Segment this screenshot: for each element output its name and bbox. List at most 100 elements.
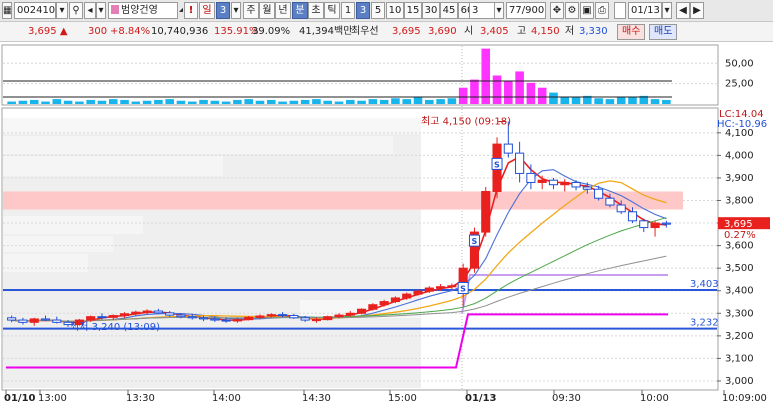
candle-body: [515, 152, 525, 174]
price-tick-label: 3,900: [725, 173, 754, 184]
candle-body: [52, 319, 62, 323]
volume-bar: [210, 100, 220, 104]
volume-bar: [447, 98, 457, 104]
volume-bar: [368, 99, 378, 104]
candle-body: [311, 319, 321, 322]
volume-bar: [323, 100, 333, 104]
volume-bar: [616, 96, 626, 104]
volume-bar: [176, 100, 186, 104]
candle-body: [40, 318, 51, 321]
candle-body: [289, 315, 299, 319]
volume-bar: [7, 101, 16, 104]
candle-body: [413, 290, 423, 295]
candle-body: [650, 222, 660, 229]
candle-body: [605, 197, 615, 206]
volume-bar: [266, 99, 276, 104]
candle-body: [198, 317, 209, 320]
time-tick-label: 01/10: [4, 393, 36, 404]
price-tick-label: 3,400: [725, 286, 754, 297]
volume-bar: [221, 101, 231, 104]
volume-bar: [436, 99, 445, 104]
volume-bar: [108, 99, 118, 104]
volume-bar: [187, 101, 197, 104]
candle-body: [29, 318, 39, 323]
candle-body: [165, 312, 175, 316]
volume-bar: [628, 97, 637, 104]
candle-body: [108, 315, 118, 318]
candle-body: [571, 181, 581, 188]
time-tick-label: 13:00: [38, 393, 67, 404]
signal-marker-label: S: [471, 237, 477, 246]
candle-body: [187, 316, 197, 319]
candle-body: [119, 313, 130, 317]
volume-bar: [278, 101, 287, 104]
candle-body: [424, 287, 434, 292]
level-high-label: 3,403: [690, 279, 719, 290]
volume-bar: [289, 100, 299, 104]
volume-bar: [255, 100, 265, 104]
volume-bar: [571, 97, 581, 104]
high-annotation: 최고 4,150 (09:18): [421, 116, 511, 128]
price-axis: 4,1004,0003,9003,8003,7003,6003,5003,400…: [717, 128, 754, 387]
candle-body: [142, 310, 152, 313]
volume-bar: [379, 99, 389, 104]
candle-body: [390, 297, 401, 303]
candle-body: [627, 211, 638, 222]
volume-panel-frame: [1, 44, 719, 106]
candle-body: [210, 318, 220, 321]
price-tick-label: 3,800: [725, 195, 754, 206]
candle-body: [244, 316, 254, 321]
candle-body: [176, 314, 186, 318]
candle-body: [323, 316, 333, 321]
candle-body: [86, 316, 96, 321]
candle-body: [537, 179, 547, 183]
candle-body: [221, 319, 231, 322]
candle-body: [232, 319, 242, 322]
volume-bar: [549, 92, 558, 104]
candle-body: [18, 319, 28, 323]
signal-marker-label: S: [494, 160, 500, 169]
volume-bar: [97, 100, 107, 104]
volume-bar: [594, 98, 603, 104]
candle-body: [661, 222, 671, 225]
candle-body: [503, 143, 513, 154]
price-tick-label: 3,500: [725, 263, 754, 274]
volume-bar: [18, 100, 28, 104]
volume-bar: [199, 99, 208, 104]
time-axis: 01/10 13:00 13:30 14:00 14:30 15:00 01/13 09:30…: [4, 390, 767, 404]
volume-bar: [63, 100, 73, 104]
time-tick-label: 13:30: [126, 393, 155, 404]
low-annotation: 최저 3,240 (13:09): [70, 321, 160, 333]
volume-bar: [75, 101, 84, 104]
time-tick-label: 15:00: [388, 393, 417, 404]
candle-body: [594, 188, 604, 199]
volume-bar: [233, 99, 242, 104]
current-pct-label: 0.27%: [724, 230, 756, 241]
time-tick-label: 10:09:00: [722, 393, 767, 404]
volume-bar: [334, 101, 344, 104]
volume-bar: [29, 99, 39, 104]
price-tick-label: 3,200: [725, 331, 754, 342]
volume-bar: [120, 99, 129, 104]
candle-body: [402, 293, 412, 299]
time-tick-label: 10:00: [640, 393, 669, 404]
volume-bar: [300, 99, 310, 104]
time-tick-label: 14:00: [212, 393, 241, 404]
volume-bar: [650, 99, 660, 104]
volume-bar: [131, 101, 141, 104]
candle-body: [481, 190, 491, 233]
candle-body: [582, 186, 592, 190]
volume-bar: [537, 87, 547, 104]
volume-bar: [154, 99, 163, 104]
volume-bar: [165, 99, 174, 104]
volume-tick-label: 25,00: [725, 79, 754, 90]
candle-body: [379, 301, 389, 306]
volume-bar: [560, 96, 570, 104]
candle-body: [447, 285, 457, 288]
volume-bar: [605, 99, 615, 104]
volume-bar: [526, 82, 536, 104]
chart-canvas[interactable]: 50,0025,00 3,4033,232 SSS 4,1004,0003,90…: [0, 0, 773, 408]
volume-bar: [515, 71, 524, 104]
volume-bar: [41, 101, 50, 104]
candle-body: [97, 316, 107, 319]
